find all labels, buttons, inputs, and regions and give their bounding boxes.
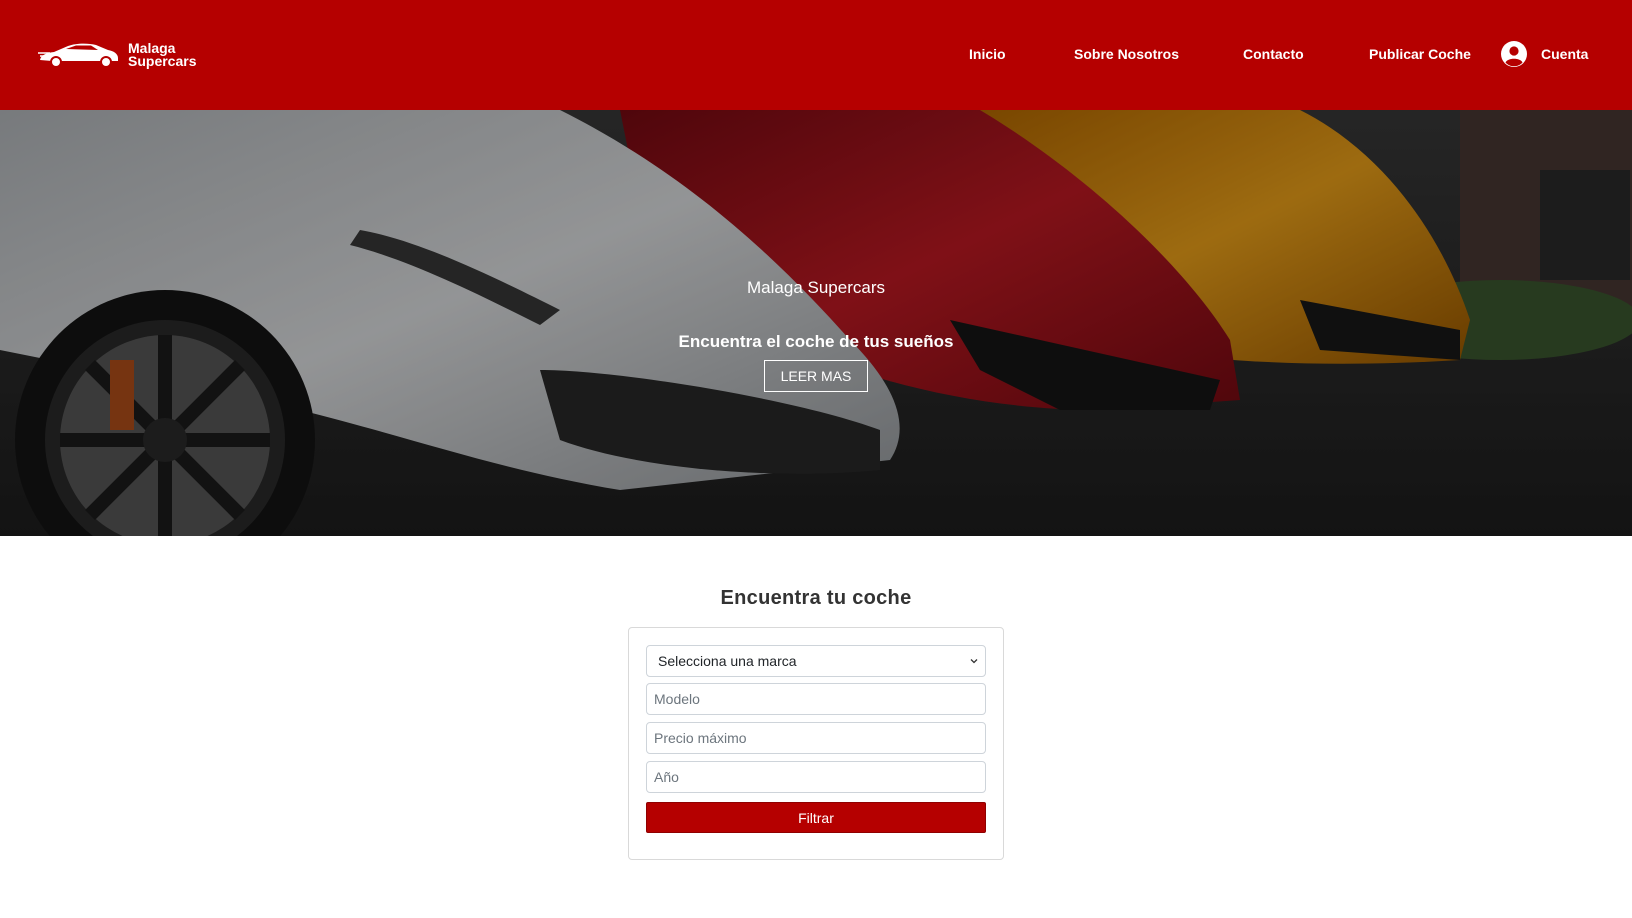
brand-select-value: Selecciona una marca — [658, 653, 797, 669]
logo-line2: Supercars — [128, 53, 197, 69]
top-navbar: Malaga Supercars Inicio Sobre Nosotros C… — [0, 0, 1632, 110]
filter-button[interactable]: Filtrar — [646, 802, 986, 833]
user-circle-icon — [1501, 41, 1527, 67]
account-menu[interactable]: Cuenta — [1500, 40, 1588, 68]
hero-banner: Malaga Supercars Encuentra el coche de t… — [0, 110, 1632, 536]
nav-sobre-nosotros[interactable]: Sobre Nosotros — [1074, 46, 1179, 62]
year-input[interactable] — [646, 761, 986, 793]
max-price-input[interactable] — [646, 722, 986, 754]
hero-subtitle: Malaga Supercars — [747, 278, 885, 297]
search-form: Selecciona una marca Filtrar — [628, 627, 1004, 860]
brand-select[interactable]: Selecciona una marca — [646, 645, 986, 677]
hero-title: Encuentra el coche de tus sueños — [678, 332, 954, 351]
model-input[interactable] — [646, 683, 986, 715]
search-title: Encuentra tu coche — [720, 587, 912, 609]
sports-car-icon — [38, 43, 118, 68]
read-more-button[interactable]: LEER MAS — [764, 360, 868, 392]
logo-text: Malaga Supercars — [128, 41, 218, 69]
hero-overlay — [0, 110, 1632, 536]
chevron-down-icon — [970, 659, 978, 664]
site-logo[interactable]: Malaga Supercars — [36, 40, 218, 70]
nav-inicio[interactable]: Inicio — [969, 46, 1006, 62]
nav-publicar-coche[interactable]: Publicar Coche — [1369, 46, 1471, 62]
nav-contacto[interactable]: Contacto — [1243, 46, 1304, 62]
account-label: Cuenta — [1541, 46, 1589, 62]
